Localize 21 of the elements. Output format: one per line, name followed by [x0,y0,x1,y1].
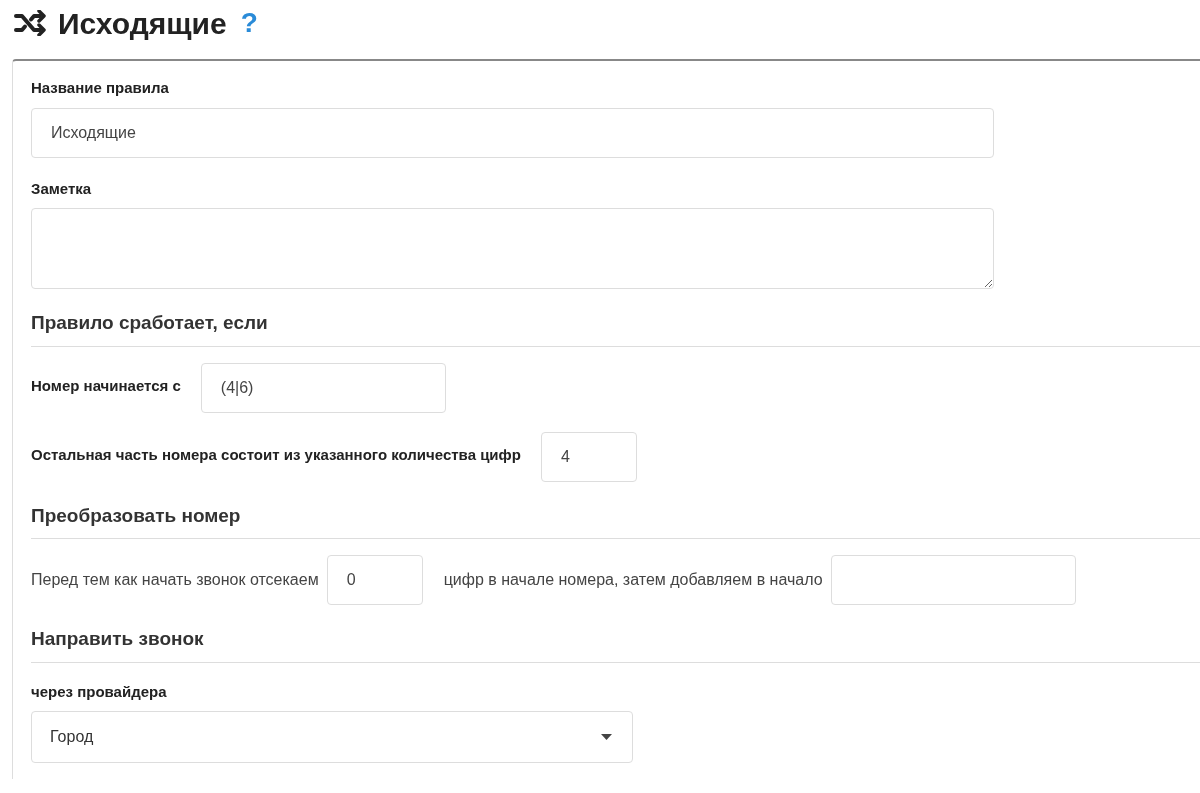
input-field[interactable]: 4 [540,431,637,482]
field-label: Остальная часть номера состоит из указанного количества цифр [31,445,521,466]
field-label: через провайдера [31,681,168,702]
note-textarea[interactable] [31,208,994,289]
caret-icon [601,734,612,740]
section-heading: Преобразовать номер [31,501,1200,539]
provider-dropdown[interactable]: Город [31,711,633,763]
section-heading: Направить звонок [31,625,1200,663]
shuffle-icon [14,10,46,36]
help-link[interactable]: ? [240,2,258,44]
input-field[interactable] [830,555,1076,605]
field-label: Заметка [31,178,93,199]
section-heading: Правило сработает, если [31,309,1200,347]
text-field[interactable]: Исходящие [31,107,994,158]
field-label: Название правила [31,78,170,98]
field-label: Перед тем как начать звонок отсекаем [31,570,319,590]
field-label: цифр в начале номера, затем добавляем в начало [443,570,823,590]
page-title: Исходящие [58,5,227,42]
field-label: Номер начинается с [31,376,181,397]
input-field[interactable]: 0 [326,555,423,605]
input-field[interactable]: (4|6) [200,362,446,413]
